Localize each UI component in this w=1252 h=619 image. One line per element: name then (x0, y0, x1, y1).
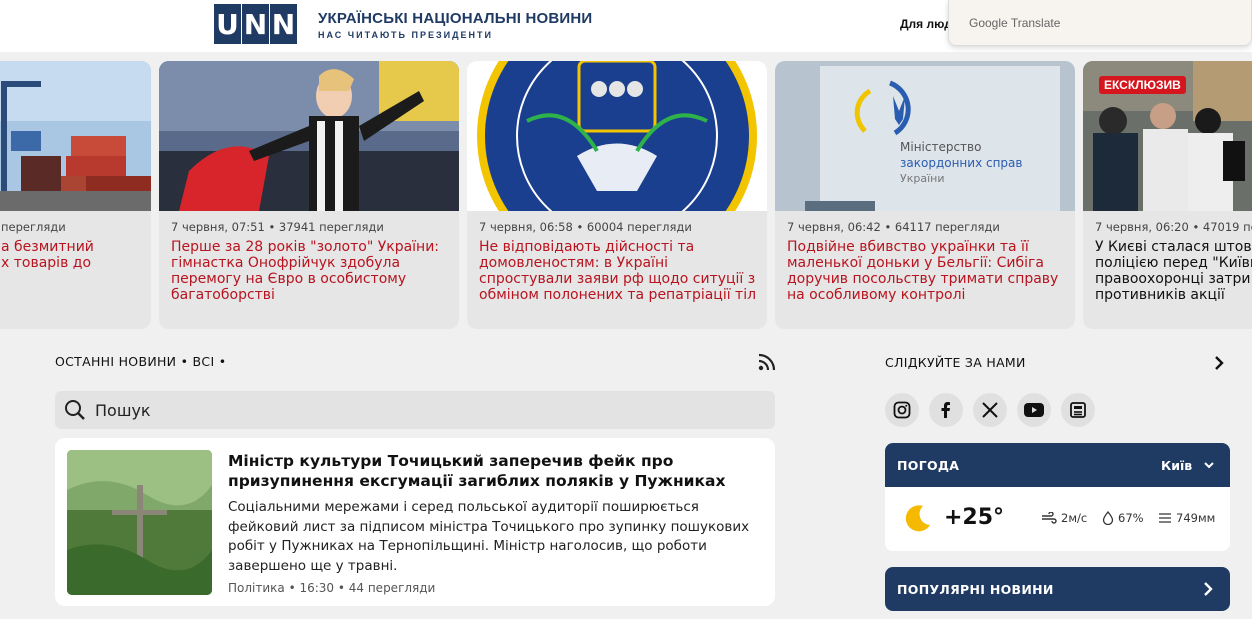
instagram-icon (893, 401, 911, 419)
carousel-card-meta: 7 червня, 06:20 • 47019 пе (1095, 220, 1252, 234)
chevron-right-icon[interactable] (1201, 581, 1215, 597)
x-link[interactable] (973, 393, 1007, 427)
weather-humidity: 67% (1102, 511, 1144, 525)
exclusive-badge: ЕКСКЛЮЗИВ (1099, 76, 1186, 94)
carousel-card[interactable]: ЕКСКЛЮЗИВ 7 червня, 06:20 • 47019 пе У К… (1083, 61, 1252, 329)
sign-line-1: Міністерство (900, 140, 981, 154)
carousel-card[interactable]: 7 червня, 07:51 • 37941 перегляди Перше … (159, 61, 459, 329)
weather-pressure: 749мм (1158, 511, 1215, 525)
search-bar (55, 391, 775, 429)
coordination-headquarters-emblem-image (467, 61, 767, 211)
facebook-icon (941, 402, 950, 418)
facebook-link[interactable] (929, 393, 963, 427)
brand-subtitle: НАС ЧИТАЮТЬ ПРЕЗИДЕНТИ (318, 30, 493, 40)
top-news-carousel: перегляди а безмитний х товарів до 7 чер… (0, 61, 1252, 329)
gymnast-image (159, 61, 459, 211)
search-icon[interactable] (64, 399, 86, 421)
carousel-card[interactable]: Міністерство закордонних справ України 7… (775, 61, 1075, 329)
sign-line-2: закордонних справ (900, 156, 1022, 170)
site-header: U N N УКРАЇНСЬКІ НАЦІОНАЛЬНІ НОВИНИ НАС … (0, 0, 1252, 52)
carousel-card-meta: 7 червня, 07:51 • 37941 перегляди (171, 220, 384, 234)
news-list-item[interactable]: Міністр культури Точицький заперечив фей… (55, 438, 775, 606)
news-title[interactable]: Міністр культури Точицький заперечив фей… (228, 451, 758, 491)
rss-icon[interactable] (758, 353, 776, 371)
youtube-link[interactable] (1017, 393, 1051, 427)
carousel-card-meta: перегляди (1, 220, 66, 234)
instagram-link[interactable] (885, 393, 919, 427)
follow-us-title: СЛІДКУЙТЕ ЗА НАМИ (885, 355, 1026, 370)
x-icon (982, 402, 998, 418)
crowd-police-image: ЕКСКЛЮЗИВ (1083, 61, 1252, 211)
news-link[interactable] (1061, 393, 1095, 427)
logo-letter-n2: N (270, 4, 297, 44)
carousel-card-title[interactable]: Не відповідають дійсності та домовленост… (479, 239, 763, 303)
logo-letter-u: U (214, 4, 241, 44)
carousel-card-title[interactable]: а безмитний х товарів до (1, 239, 151, 271)
shipping-containers-image (0, 61, 151, 211)
carousel-card-meta: 7 червня, 06:58 • 60004 перегляди (479, 220, 692, 234)
news-lead: Соціальними мережами і серед польської а… (228, 499, 750, 574)
carousel-card[interactable]: 7 червня, 06:58 • 60004 перегляди Не від… (467, 61, 767, 329)
youtube-icon (1024, 403, 1044, 417)
chevron-down-icon[interactable] (1203, 459, 1215, 471)
header-link-partial[interactable]: Для люд (900, 17, 952, 31)
google-translate-popup: Google Translate (948, 0, 1252, 46)
weather-title: ПОГОДА (897, 458, 960, 473)
carousel-card-title[interactable]: У Києві сталася штовх поліцією перед "Ки… (1095, 239, 1252, 303)
popular-news-title: ПОПУЛЯРНІ НОВИНИ (897, 582, 1054, 597)
carousel-card-meta: 7 червня, 06:42 • 64117 перегляди (787, 220, 1000, 234)
weather-wind-value: 2м/с (1061, 511, 1088, 525)
news-icon (1070, 402, 1086, 418)
social-links (885, 393, 1105, 427)
carousel-card-title[interactable]: Подвійне вбивство українки та її маленьк… (787, 239, 1071, 303)
google-translate-label: Google Translate (969, 16, 1061, 30)
weather-humidity-value: 67% (1118, 511, 1144, 525)
droplet-icon (1102, 511, 1114, 525)
moon-icon (905, 505, 930, 532)
carousel-card[interactable]: перегляди а безмитний х товарів до (0, 61, 151, 329)
brand-title[interactable]: УКРАЇНСЬКІ НАЦІОНАЛЬНІ НОВИНИ (318, 10, 592, 27)
logo-letter-n1: N (242, 4, 269, 44)
weather-widget: ПОГОДА Київ +25° 2м/с 67% 749мм (885, 443, 1230, 551)
search-input[interactable] (95, 397, 755, 423)
chevron-right-icon[interactable] (1212, 355, 1226, 371)
pressure-icon (1159, 513, 1171, 523)
weather-header: ПОГОДА Київ (885, 443, 1230, 487)
carousel-card-title[interactable]: Перше за 28 років "золото" України: гімн… (171, 239, 455, 303)
latest-news-title[interactable]: ОСТАННІ НОВИНИ • ВСІ • (55, 354, 226, 369)
weather-pressure-value: 749мм (1176, 511, 1216, 525)
unn-logo[interactable]: U N N (214, 4, 298, 44)
wind-icon (1042, 512, 1057, 524)
news-thumbnail[interactable] (67, 450, 212, 595)
sign-line-3: України (900, 172, 944, 185)
ministry-sign-image: Міністерство закордонних справ України (775, 61, 1075, 211)
news-meta: Політика • 16:30 • 44 перегляди (228, 581, 436, 595)
weather-wind: 2м/с (1041, 511, 1087, 525)
popular-news-header[interactable]: ПОПУЛЯРНІ НОВИНИ (885, 567, 1230, 611)
weather-temperature: +25° (944, 505, 1005, 530)
weather-city-select[interactable]: Київ (1161, 458, 1192, 473)
